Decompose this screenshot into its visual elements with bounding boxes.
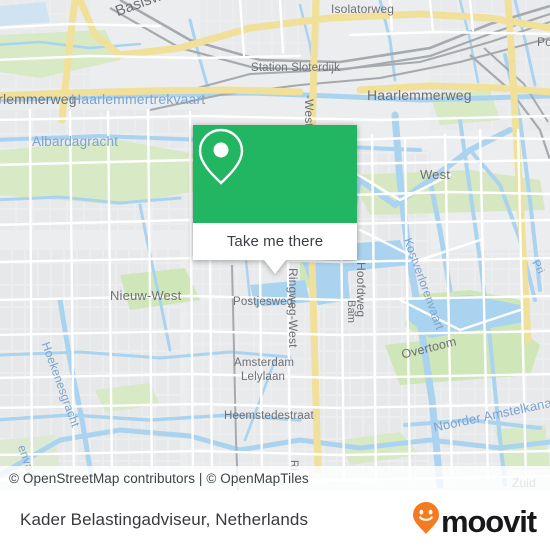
- popup-header: [193, 125, 357, 223]
- moovit-logo[interactable]: moovit: [412, 501, 537, 540]
- page-title: Kader Belastingadviseur, Netherlands: [20, 510, 309, 529]
- moovit-smile-pin-icon: [412, 501, 440, 540]
- popup-pointer-tail: [264, 260, 286, 274]
- map-canvas[interactable]: Basisweg Isolatorweg Station Sloterdijk …: [0, 0, 550, 490]
- take-me-there-button[interactable]: Take me there: [193, 223, 357, 260]
- location-popup-card[interactable]: Take me there: [193, 125, 357, 274]
- attribution-text[interactable]: © OpenStreetMap contributors | © OpenMap…: [0, 471, 309, 486]
- moovit-wordmark: moovit: [440, 503, 537, 539]
- map-attribution-bar: © OpenStreetMap contributors | © OpenMap…: [0, 466, 550, 490]
- map-screenshot: Basisweg Isolatorweg Station Sloterdijk …: [0, 0, 550, 550]
- footer-bar: Kader Belastingadviseur, Netherlands moo…: [0, 490, 550, 550]
